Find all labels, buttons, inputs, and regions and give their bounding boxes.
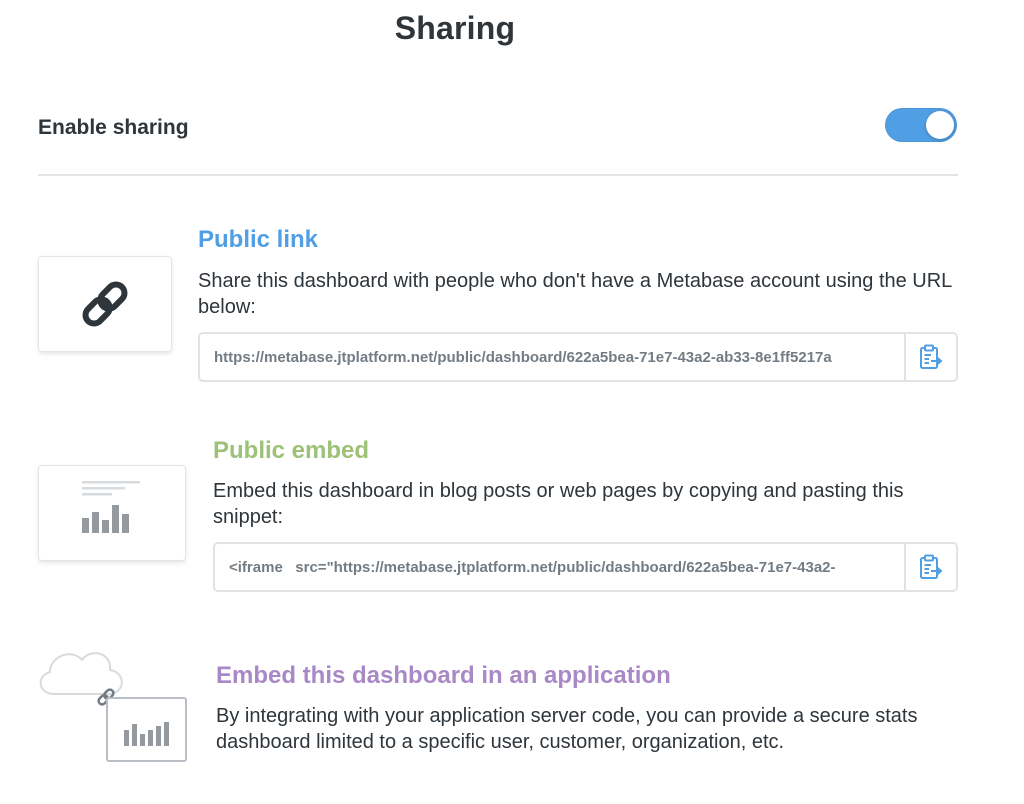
- public-link-title: Public link: [198, 226, 319, 253]
- public-link-card: [38, 256, 172, 352]
- public-embed-card: [38, 465, 186, 561]
- cloud-linked-chart-icon: [39, 652, 187, 762]
- page-title: Sharing: [394, 10, 516, 46]
- toggle-knob[interactable]: [926, 111, 954, 139]
- enable-sharing-label: Enable sharing: [38, 116, 189, 139]
- clipboard-copy-icon: [920, 554, 943, 579]
- public-link-field: [198, 332, 958, 382]
- embed-snippet-input[interactable]: [215, 544, 904, 590]
- app-embed-title[interactable]: Embed this dashboard in an application: [216, 662, 671, 690]
- clipboard-copy-icon: [920, 344, 943, 369]
- app-embed-description: By integrating with your application ser…: [216, 705, 918, 753]
- embedded-chart-icon: [82, 481, 140, 533]
- public-link-url-input[interactable]: [200, 334, 904, 380]
- public-embed-field: [213, 542, 958, 592]
- public-link-description: Share this dashboard with people who don…: [198, 270, 952, 318]
- divider: [38, 174, 958, 176]
- embed-snippet-copy-button[interactable]: [904, 544, 956, 590]
- link-icon: [82, 281, 128, 327]
- enable-sharing-toggle[interactable]: [885, 108, 957, 142]
- public-embed-description: Embed this dashboard in blog posts or we…: [213, 480, 904, 528]
- public-link-copy-button[interactable]: [904, 334, 956, 380]
- public-embed-title: Public embed: [213, 437, 370, 464]
